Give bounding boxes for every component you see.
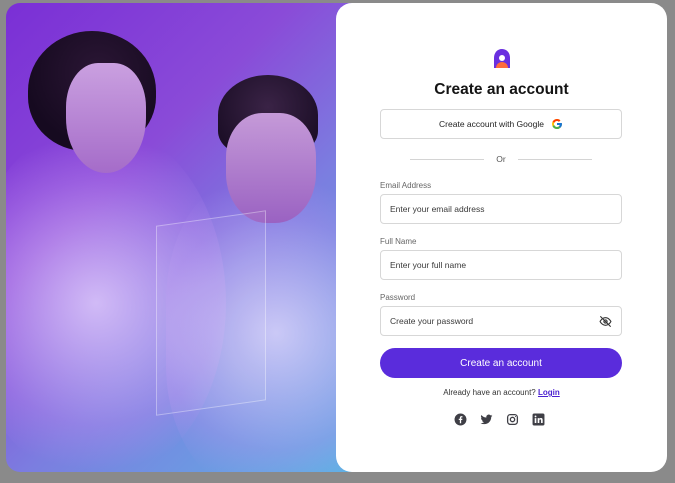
hero-image <box>6 3 358 472</box>
page-title: Create an account <box>434 81 569 98</box>
facebook-icon[interactable] <box>454 413 467 426</box>
create-account-button[interactable]: Create an account <box>380 348 622 378</box>
login-prompt: Already have an account? Login <box>336 388 667 397</box>
full-name-input[interactable] <box>390 260 612 270</box>
instagram-icon[interactable] <box>506 413 519 426</box>
email-input[interactable] <box>390 204 612 214</box>
or-divider: Or <box>410 153 593 165</box>
google-signup-button[interactable]: Create account with Google <box>380 109 622 139</box>
login-prompt-text: Already have an account? <box>443 388 536 397</box>
google-icon <box>551 119 562 129</box>
login-link[interactable]: Login <box>538 388 560 397</box>
password-field[interactable] <box>380 306 622 336</box>
eye-off-icon[interactable] <box>599 315 612 328</box>
password-input[interactable] <box>390 316 595 326</box>
signup-window: Create an account Create account with Go… <box>6 3 667 472</box>
google-signup-label: Create account with Google <box>439 119 544 129</box>
linkedin-icon[interactable] <box>532 413 545 426</box>
social-links <box>454 413 545 426</box>
email-label: Email Address <box>380 181 432 190</box>
brand-logo-icon <box>494 49 510 68</box>
full-name-field[interactable] <box>380 250 622 280</box>
twitter-icon[interactable] <box>480 413 493 426</box>
full-name-label: Full Name <box>380 237 417 246</box>
password-label: Password <box>380 293 416 302</box>
or-label: Or <box>496 154 506 164</box>
email-field[interactable] <box>380 194 622 224</box>
signup-card: Create an account Create account with Go… <box>336 3 667 472</box>
